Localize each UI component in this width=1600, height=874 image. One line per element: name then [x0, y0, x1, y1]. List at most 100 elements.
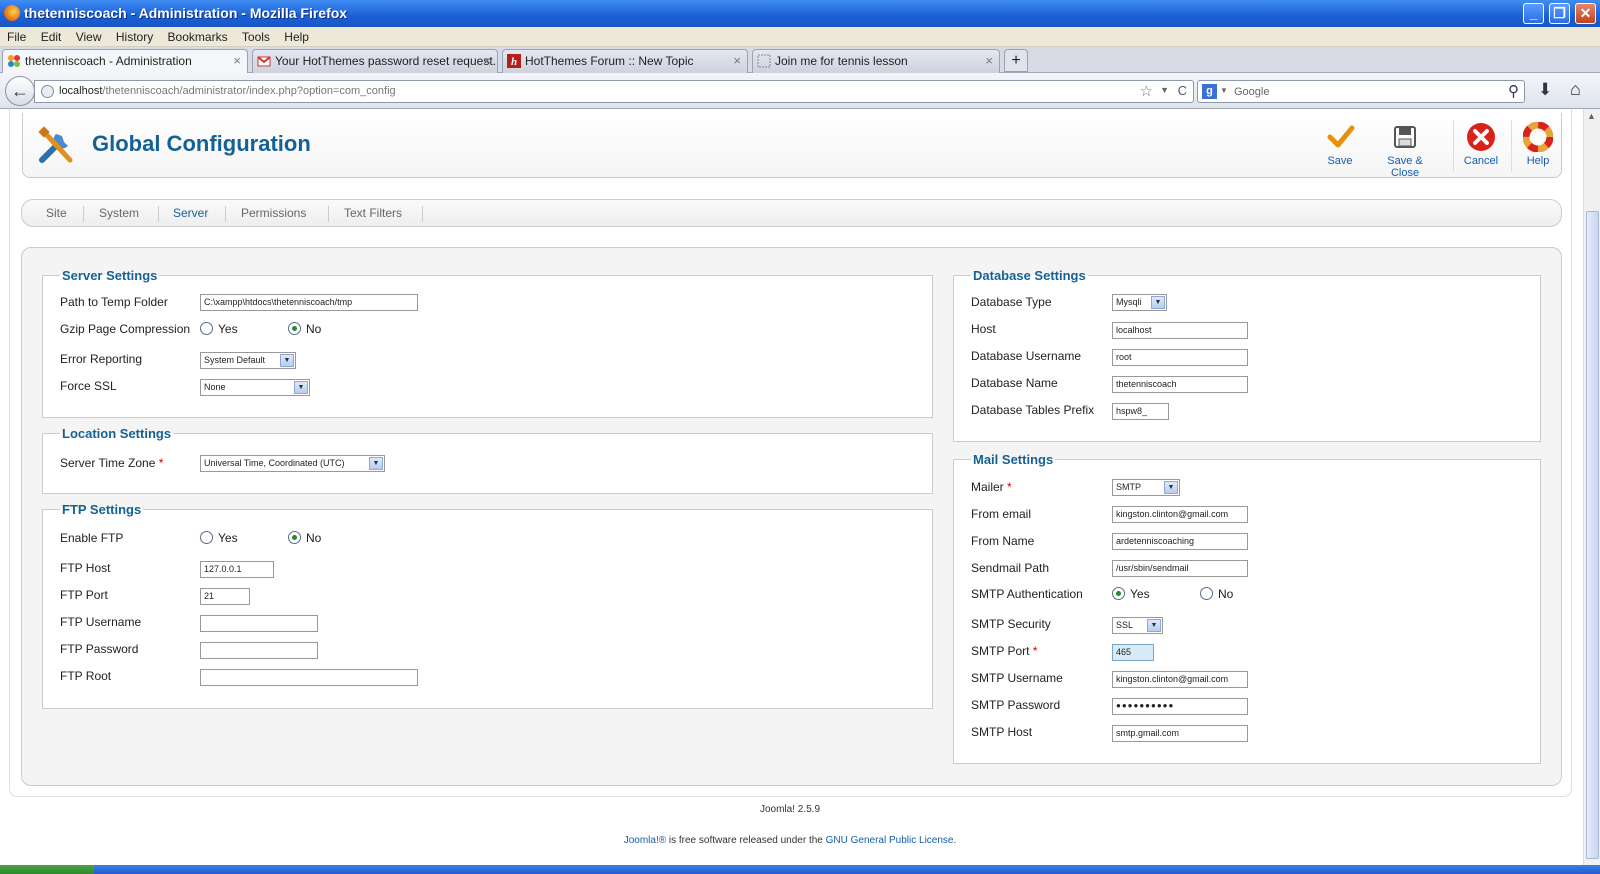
- ftp-settings-legend: FTP Settings: [62, 502, 142, 517]
- db-type-select[interactable]: Mysqli ▼: [1112, 294, 1167, 311]
- timezone-select[interactable]: Universal Time, Coordinated (UTC) ▼: [200, 455, 385, 472]
- google-engine-icon[interactable]: g: [1202, 84, 1217, 99]
- from-name-input[interactable]: ardetenniscoaching: [1112, 533, 1248, 550]
- mailer-select[interactable]: SMTP ▼: [1112, 479, 1180, 496]
- license-text: is free software released under the: [666, 835, 826, 846]
- hotthemes-favicon-icon: h: [507, 54, 521, 68]
- site-identity-icon[interactable]: [41, 85, 54, 98]
- home-icon[interactable]: ⌂: [1570, 79, 1581, 100]
- menu-history[interactable]: History: [112, 27, 157, 45]
- back-button[interactable]: ←: [5, 76, 35, 106]
- reload-icon[interactable]: C: [1178, 83, 1187, 98]
- db-prefix-label: Database Tables Prefix: [971, 403, 1095, 417]
- tab-permissions[interactable]: Permissions: [241, 206, 306, 220]
- gmail-favicon-icon: [257, 56, 271, 67]
- location-settings-legend: Location Settings: [62, 426, 172, 441]
- window-title: thetenniscoach - Administration - Mozill…: [24, 5, 348, 21]
- smtp-host-input[interactable]: smtp.gmail.com: [1112, 725, 1248, 742]
- browser-tab-hotthemes-forum[interactable]: h HotThemes Forum :: New Topic ×: [502, 49, 748, 73]
- menu-edit[interactable]: Edit: [37, 27, 66, 45]
- db-name-input[interactable]: thetenniscoach: [1112, 376, 1248, 393]
- ftp-yes-radio[interactable]: [200, 531, 213, 544]
- tab-text-filters[interactable]: Text Filters: [344, 206, 402, 220]
- maximize-button[interactable]: ❐: [1549, 3, 1570, 24]
- smtp-port-label-text: SMTP Port: [971, 644, 1030, 658]
- smtp-password-input[interactable]: ●●●●●●●●●●: [1112, 698, 1248, 715]
- smtp-port-input[interactable]: 465: [1112, 644, 1154, 661]
- downloads-icon[interactable]: ⬇: [1538, 80, 1552, 100]
- scroll-up-arrow-icon[interactable]: ▲: [1587, 111, 1596, 121]
- tab-close-icon[interactable]: ×: [483, 50, 491, 72]
- smtp-auth-yes-radio[interactable]: [1112, 587, 1125, 600]
- tab-close-icon[interactable]: ×: [233, 50, 241, 72]
- browser-tab-administration[interactable]: thetenniscoach - Administration ×: [2, 49, 248, 74]
- gzip-no-label: No: [306, 322, 322, 336]
- menu-tools[interactable]: Tools: [238, 27, 274, 45]
- search-engine-dropdown-icon[interactable]: ▼: [1220, 86, 1228, 95]
- cancel-button[interactable]: Cancel: [1451, 118, 1511, 170]
- db-username-input[interactable]: root: [1112, 349, 1248, 366]
- menu-file[interactable]: File: [3, 27, 30, 45]
- new-tab-button[interactable]: +: [1004, 49, 1028, 72]
- joomla-link[interactable]: Joomla!®: [624, 835, 666, 846]
- gpl-link[interactable]: GNU General Public License: [826, 835, 954, 846]
- error-reporting-select[interactable]: System Default ▼: [200, 352, 296, 369]
- dropdown-arrow-icon: ▼: [1164, 481, 1178, 494]
- tab-system[interactable]: System: [99, 206, 139, 220]
- tab-divider: [225, 206, 226, 222]
- help-button[interactable]: Help: [1508, 118, 1568, 170]
- ftp-root-label: FTP Root: [60, 669, 112, 683]
- server-settings-fieldset: Server Settings: [42, 268, 933, 418]
- start-button[interactable]: [0, 865, 94, 874]
- smtp-username-input[interactable]: kingston.clinton@gmail.com: [1112, 671, 1248, 688]
- save-button[interactable]: Save: [1310, 118, 1370, 170]
- menu-help[interactable]: Help: [280, 27, 313, 45]
- ftp-no-radio[interactable]: [288, 531, 301, 544]
- smtp-auth-no-radio[interactable]: [1200, 587, 1213, 600]
- tab-close-icon[interactable]: ×: [985, 50, 993, 72]
- tab-divider: [158, 206, 159, 222]
- ftp-host-label: FTP Host: [60, 561, 111, 575]
- ftp-root-input[interactable]: [200, 669, 418, 686]
- page-title: Global Configuration: [92, 131, 311, 156]
- temp-path-input[interactable]: C:\xampp\htdocs\thetenniscoach/tmp: [200, 294, 418, 311]
- temp-path-label: Path to Temp Folder: [60, 295, 168, 309]
- vertical-scrollbar[interactable]: ▲: [1583, 109, 1600, 865]
- tab-server[interactable]: Server: [173, 206, 208, 220]
- sendmail-path-input[interactable]: /usr/sbin/sendmail: [1112, 560, 1248, 577]
- db-type-value: Mysqli: [1116, 297, 1142, 307]
- url-path: /thetenniscoach/administrator/index.php?…: [102, 85, 396, 97]
- force-ssl-select[interactable]: None ▼: [200, 379, 310, 396]
- ftp-username-input[interactable]: [200, 615, 318, 632]
- search-bar[interactable]: g ▼ Google ⚲: [1197, 80, 1525, 103]
- gzip-yes-radio[interactable]: [200, 322, 213, 335]
- tab-divider: [83, 206, 84, 222]
- required-marker: *: [1032, 644, 1038, 658]
- browser-tab-gmail[interactable]: Your HotThemes password reset request...…: [252, 49, 498, 73]
- history-dropdown-icon[interactable]: ▼: [1160, 85, 1169, 95]
- scrollbar-thumb[interactable]: [1586, 211, 1599, 859]
- bookmark-star-icon[interactable]: ☆: [1140, 82, 1153, 100]
- tab-close-icon[interactable]: ×: [733, 50, 741, 72]
- smtp-security-select[interactable]: SSL ▼: [1112, 617, 1163, 634]
- menu-bookmarks[interactable]: Bookmarks: [164, 27, 232, 45]
- search-magnifier-icon[interactable]: ⚲: [1508, 82, 1519, 100]
- browser-tab-tennis-lesson[interactable]: Join me for tennis lesson ×: [752, 49, 1000, 73]
- ftp-host-input[interactable]: 127.0.0.1: [200, 561, 274, 578]
- db-prefix-input[interactable]: hspw8_: [1112, 403, 1169, 420]
- from-email-input[interactable]: kingston.clinton@gmail.com: [1112, 506, 1248, 523]
- url-bar[interactable]: localhost/thetenniscoach/administrator/i…: [34, 80, 1194, 103]
- smtp-password-label: SMTP Password: [971, 698, 1061, 712]
- mailer-label: Mailer *: [971, 480, 1012, 494]
- ftp-password-input[interactable]: [200, 642, 318, 659]
- close-window-button[interactable]: ✕: [1575, 3, 1596, 24]
- gzip-no-radio[interactable]: [288, 322, 301, 335]
- minimize-button[interactable]: _: [1523, 3, 1544, 24]
- tab-site[interactable]: Site: [46, 206, 67, 220]
- db-host-input[interactable]: localhost: [1112, 322, 1248, 339]
- save-and-close-button[interactable]: Save & Close: [1372, 118, 1438, 179]
- search-input[interactable]: Google: [1234, 86, 1269, 98]
- ftp-port-input[interactable]: 21: [200, 588, 250, 605]
- menu-view[interactable]: View: [72, 27, 106, 45]
- ftp-settings-fieldset: FTP Settings: [42, 502, 933, 709]
